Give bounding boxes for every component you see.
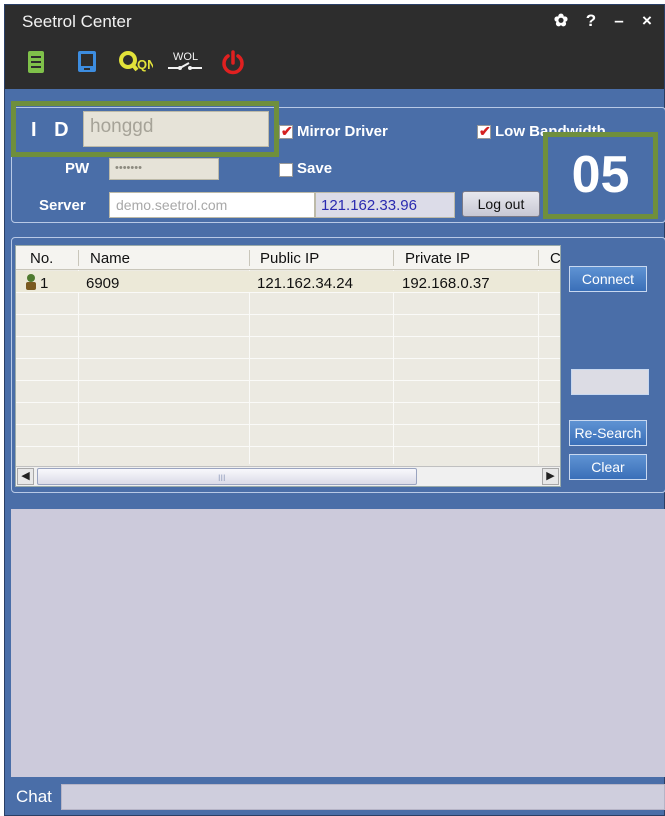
minimize-icon[interactable]: – bbox=[609, 9, 629, 33]
save-checkbox[interactable] bbox=[279, 163, 293, 177]
table-row bbox=[16, 337, 560, 359]
chat-label: Chat bbox=[16, 787, 52, 806]
column-separator bbox=[78, 250, 79, 266]
id-label: I D bbox=[31, 119, 75, 141]
side-status-box bbox=[571, 369, 649, 395]
horizontal-scrollbar[interactable]: ◀ III ▶ bbox=[16, 466, 560, 486]
checkmark-icon: ✔ bbox=[479, 123, 491, 139]
table-row bbox=[16, 425, 560, 447]
cell-private-ip: 192.168.0.37 bbox=[402, 275, 490, 292]
title-bar: Seetrol Center ✿ ? – × bbox=[5, 5, 664, 39]
qn-icon[interactable]: QN bbox=[117, 49, 155, 79]
column-header-extra[interactable]: C bbox=[550, 250, 560, 267]
logout-button[interactable]: Log out bbox=[462, 191, 540, 217]
annotation-number-box: 05 bbox=[543, 132, 658, 219]
monitor-icon[interactable] bbox=[75, 49, 107, 79]
svg-text:WOL: WOL bbox=[173, 51, 198, 63]
low-bandwidth-checkbox[interactable]: ✔ bbox=[477, 123, 491, 139]
re-search-button[interactable]: Re-Search bbox=[569, 420, 647, 446]
message-output-area bbox=[11, 509, 665, 777]
scroll-thumb[interactable]: III bbox=[37, 468, 417, 485]
column-separator bbox=[538, 250, 539, 266]
table-row bbox=[16, 381, 560, 403]
svg-text:QN: QN bbox=[137, 57, 153, 72]
mirror-driver-checkbox[interactable]: ✔ bbox=[279, 123, 293, 139]
connect-button[interactable]: Connect bbox=[569, 266, 647, 292]
server-field[interactable]: demo.seetrol.com bbox=[109, 192, 315, 218]
window-title: Seetrol Center bbox=[22, 12, 132, 31]
cell-no: 1 bbox=[40, 275, 49, 292]
column-header-public-ip[interactable]: Public IP bbox=[260, 250, 319, 267]
chat-input[interactable] bbox=[61, 784, 665, 810]
help-icon[interactable]: ? bbox=[581, 9, 601, 33]
table-row bbox=[16, 315, 560, 337]
clear-button[interactable]: Clear bbox=[569, 454, 647, 480]
seetrol-center-window: Seetrol Center ✿ ? – × QN WOL I D honggd… bbox=[4, 4, 665, 816]
scroll-right-icon[interactable]: ▶ bbox=[542, 468, 559, 485]
table-row bbox=[16, 403, 560, 425]
pw-label: PW bbox=[65, 160, 90, 177]
column-separator bbox=[249, 250, 250, 266]
document-icon[interactable] bbox=[25, 49, 57, 79]
settings-icon[interactable]: ✿ bbox=[551, 9, 571, 33]
column-separator bbox=[393, 250, 394, 266]
save-label: Save bbox=[297, 160, 333, 177]
column-header-private-ip[interactable]: Private IP bbox=[405, 250, 470, 267]
cell-public-ip: 121.162.34.24 bbox=[257, 275, 353, 292]
power-icon[interactable] bbox=[220, 49, 252, 79]
table-row[interactable]: 1 6909 121.162.34.24 192.168.0.37 bbox=[16, 271, 560, 295]
password-field[interactable]: ••••••• bbox=[109, 158, 219, 180]
wol-icon[interactable]: WOL bbox=[165, 49, 205, 79]
table-row bbox=[16, 359, 560, 381]
column-header-name[interactable]: Name bbox=[90, 250, 130, 267]
toolbar: QN WOL bbox=[5, 39, 664, 89]
column-header-no[interactable]: No. bbox=[30, 250, 53, 267]
server-ip-display: 121.162.33.96 bbox=[315, 192, 455, 218]
scroll-left-icon[interactable]: ◀ bbox=[17, 468, 34, 485]
table-row bbox=[16, 293, 560, 315]
scroll-grip: III bbox=[218, 473, 226, 483]
close-icon[interactable]: × bbox=[637, 9, 657, 33]
table-header: No. Name Public IP Private IP C bbox=[16, 246, 560, 270]
user-icon bbox=[24, 273, 38, 295]
id-field[interactable]: honggd bbox=[83, 111, 269, 147]
checkmark-icon: ✔ bbox=[281, 123, 293, 139]
cell-name: 6909 bbox=[86, 275, 120, 292]
computer-list-table: No. Name Public IP Private IP C 1 6909 1… bbox=[15, 245, 561, 487]
mirror-driver-label: Mirror Driver bbox=[297, 123, 388, 140]
server-label: Server bbox=[39, 197, 86, 214]
